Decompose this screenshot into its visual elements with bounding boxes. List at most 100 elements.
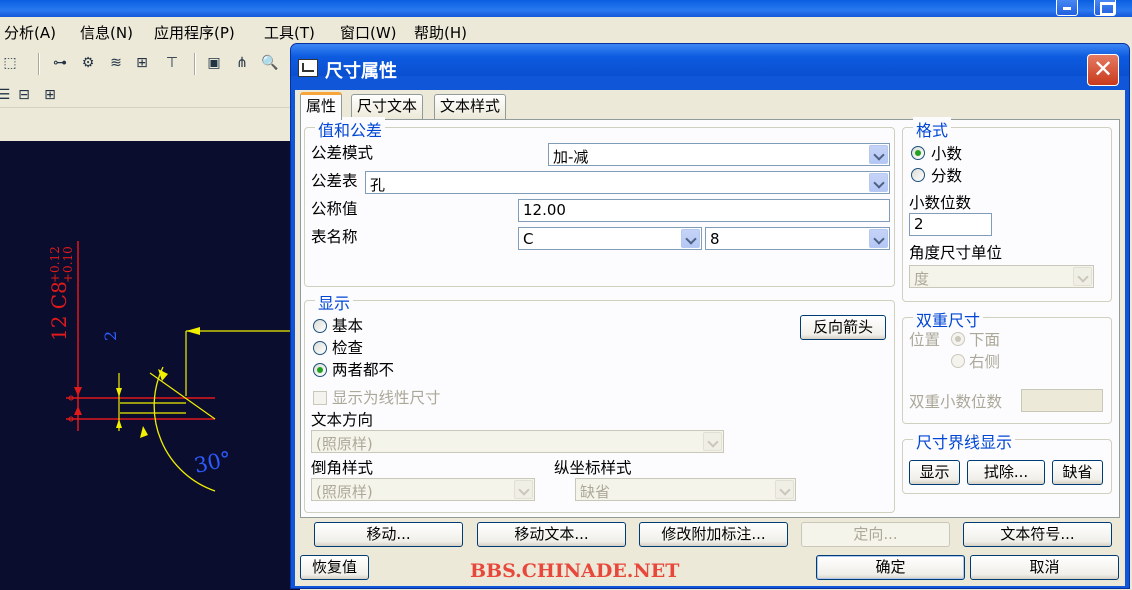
arrowhead [186,327,200,335]
chevron-down-icon [775,480,794,499]
table-grade-select[interactable]: 8 [705,227,890,250]
toolbar-secondary: ☰ ⊟ ⊞ [0,79,300,107]
chamfer-style-select: (照原样) [311,478,535,501]
below-radio [951,332,965,346]
menu-applications[interactable]: 应用程序(P) [154,22,235,43]
toolbar-separator [194,53,196,75]
close-button[interactable]: ✕ [1087,54,1119,86]
group-title: 值和公差 [315,117,386,141]
select-value: 8 [710,230,720,248]
table-icon[interactable]: ⊟ [14,85,34,105]
tolerance-table-select[interactable]: 孔 [365,171,890,194]
align-icon[interactable]: ☰ [0,85,14,105]
text-orientation-select: (照原样) [311,430,724,453]
show-linear-checkbox [313,391,327,405]
menu-info[interactable]: 信息(N) [80,22,133,43]
cancel-button[interactable]: 取消 [970,555,1119,580]
flip-arrows-button[interactable]: 反向箭头 [800,315,886,340]
nominal-value-label: 公称值 [311,200,358,218]
minimize-button[interactable] [1056,0,1078,16]
arrowhead [140,426,148,438]
angle-leg [149,372,216,420]
dialog-title: 尺寸属性 [325,61,397,82]
tolerance-lower: +0.10 [61,246,75,283]
toolbar-separator [38,53,40,75]
status-strip [0,107,300,141]
position-label: 位置 [909,331,941,349]
nominal-value-input[interactable]: 12.00 [518,199,890,222]
move-text-button[interactable]: 移动文本... [477,522,626,547]
dialog-titlebar[interactable]: 尺寸属性 ✕ [291,44,1129,86]
chevron-down-icon[interactable] [681,229,700,248]
tab-dimension-text[interactable]: 尺寸文本 [351,94,424,119]
fraction-label: 分数 [931,167,963,185]
datum-point-icon[interactable]: ⚙ [78,53,98,73]
angle-text: 30° [192,447,233,478]
tolerance-mode-label: 公差模式 [311,144,374,162]
erase-witness-button[interactable]: 拭除... [967,460,1045,485]
chevron-down-icon[interactable] [869,173,888,192]
menu-window[interactable]: 窗口(W) [340,22,397,43]
chevron-down-icon[interactable] [869,229,888,248]
basic-label: 基本 [332,317,364,335]
select-value: 度 [914,270,930,288]
small-dimension-text: 2 [101,331,120,341]
fraction-radio[interactable] [911,168,925,182]
sketch-icon[interactable]: ▣ [204,53,224,73]
tolerance-upper: +0.12 [48,246,62,283]
layers-icon[interactable]: ≋ [106,53,126,73]
angle-unit-select: 度 [909,265,1094,288]
chevron-down-icon [703,432,722,451]
select-value: (照原样) [316,435,373,453]
hierarchy-icon[interactable]: ⊤ [162,53,182,73]
neither-label: 两者都不 [332,361,395,379]
dual-decimal-label: 双重小数位数 [909,393,1003,411]
app-titlebar [0,0,1132,17]
model-tree-icon[interactable]: ⊞ [132,53,152,73]
maximize-button[interactable] [1094,0,1116,16]
dimension-properties-dialog: 尺寸属性 ✕ 属性 尺寸文本 文本样式 值和公差 公差模式 加-减 公差表 孔 … [290,43,1130,589]
neither-radio[interactable] [313,363,327,377]
select-value: 孔 [370,176,386,194]
show-linear-label: 显示为线性尺寸 [332,389,441,407]
dual-dimension-group: 双重尺寸 位置 下面 右侧 双重小数位数 [902,307,1112,424]
decimal-label: 小数 [931,145,963,163]
select-box-icon[interactable]: ⬚ [0,53,20,73]
table-name-select[interactable]: C [518,227,702,250]
ordinate-style-select: 缺省 [575,478,796,501]
right-label: 右侧 [969,353,1001,371]
select-value: (照原样) [316,483,373,501]
chevron-down-icon[interactable] [869,145,888,164]
show-witness-button[interactable]: 显示 [909,460,960,485]
connect-icon[interactable]: ⋔ [232,53,252,73]
display-group: 显示 基本 检查 两者都不 反向箭头 显示为线性尺寸 文本方向 (照原样) 倒角… [304,290,895,513]
default-witness-button[interactable]: 缺省 [1052,460,1103,485]
grid-icon[interactable]: ⊞ [40,85,60,105]
menu-tools[interactable]: 工具(T) [264,22,315,43]
move-button[interactable]: 移动... [314,522,463,547]
modify-attached-button[interactable]: 修改附加标注... [639,522,788,547]
restore-values-button[interactable]: 恢复值 [300,555,369,580]
tolerance-mode-select[interactable]: 加-减 [548,143,890,166]
drawing-canvas[interactable]: 12 C8 +0.12 +0.10 2 30° [0,141,300,590]
datum-axis-icon[interactable]: ⊶ [50,53,70,73]
tab-properties[interactable]: 属性 [300,92,343,120]
witness-line-group: 尺寸界线显示 显示 拭除... 缺省 [902,429,1112,494]
tab-text-style[interactable]: 文本样式 [434,94,507,119]
chevron-down-icon [514,480,533,499]
decimal-radio[interactable] [911,146,925,160]
menu-analysis[interactable]: 分析(A) [4,22,56,43]
dimension-icon [298,59,318,77]
text-symbol-button[interactable]: 文本符号... [963,522,1112,547]
basic-radio[interactable] [313,319,327,333]
menu-help[interactable]: 帮助(H) [414,22,467,43]
ok-button[interactable]: 确定 [816,555,965,580]
chamfer-style-label: 倒角样式 [311,459,374,477]
inspection-label: 检查 [332,339,364,357]
zoom-icon[interactable]: 🔍 [260,53,280,73]
inspection-radio[interactable] [313,341,327,355]
tab-panel: 值和公差 公差模式 加-减 公差表 孔 公称值 12.00 表名称 C 8 格式… [300,117,1120,518]
decimal-places-input[interactable]: 2 [909,213,992,236]
ordinate-style-label: 纵坐标样式 [554,459,632,477]
arrowhead [116,419,122,428]
